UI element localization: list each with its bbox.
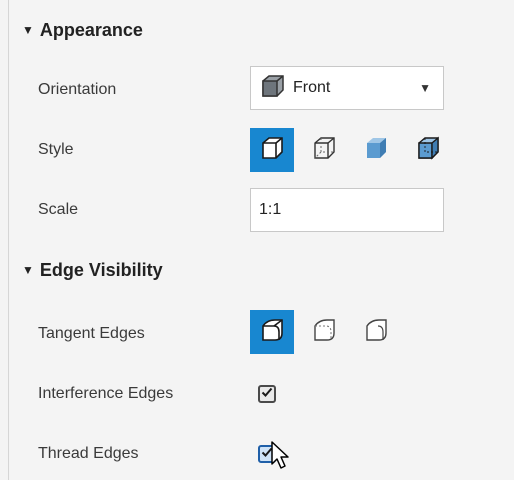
- shaded-visible-edges-icon: [413, 133, 443, 168]
- tangent-edges-label: Tangent Edges: [38, 325, 145, 342]
- properties-panel: ▼ Appearance Orientation Front ▼ Style S…: [0, 0, 514, 480]
- orientation-dropdown[interactable]: Front ▼: [250, 66, 444, 110]
- cube-front-icon: [259, 72, 287, 105]
- tangent-off-icon: [361, 315, 391, 350]
- appearance-section-header[interactable]: ▼ Appearance: [22, 18, 143, 42]
- checkmark-icon: [261, 385, 273, 403]
- scale-input[interactable]: [250, 188, 444, 232]
- tangent-solid-icon: [257, 315, 287, 350]
- panel-divider: [8, 0, 9, 480]
- style-shaded-with-edges-button[interactable]: [250, 128, 294, 172]
- interference-edges-checkbox[interactable]: [258, 385, 276, 403]
- interference-edges-label: Interference Edges: [38, 385, 174, 402]
- style-shaded-button[interactable]: [354, 128, 398, 172]
- edge-visibility-header-label: Edge Visibility: [39, 259, 163, 280]
- shaded-icon: [361, 133, 391, 168]
- style-label: Style: [38, 141, 74, 158]
- tangent-phantom-button[interactable]: [302, 310, 346, 354]
- tangent-solid-button[interactable]: [250, 310, 294, 354]
- appearance-header-label: Appearance: [39, 19, 143, 40]
- thread-edges-label: Thread Edges: [38, 445, 139, 462]
- style-shaded-visible-edges-button[interactable]: [406, 128, 450, 172]
- mouse-cursor-icon: [270, 440, 292, 475]
- wireframe-hidden-lines-icon: [309, 133, 339, 168]
- shaded-with-edges-icon: [257, 133, 287, 168]
- chevron-down-icon: ▼: [419, 81, 431, 95]
- collapse-triangle-icon: ▼: [22, 23, 34, 37]
- orientation-value: Front: [293, 79, 331, 96]
- edge-visibility-section-header[interactable]: ▼ Edge Visibility: [22, 258, 163, 282]
- style-wireframe-hidden-button[interactable]: [302, 128, 346, 172]
- orientation-label: Orientation: [38, 81, 117, 98]
- collapse-triangle-icon: ▼: [22, 263, 34, 277]
- tangent-phantom-icon: [309, 315, 339, 350]
- scale-label: Scale: [38, 201, 79, 218]
- tangent-off-button[interactable]: [354, 310, 398, 354]
